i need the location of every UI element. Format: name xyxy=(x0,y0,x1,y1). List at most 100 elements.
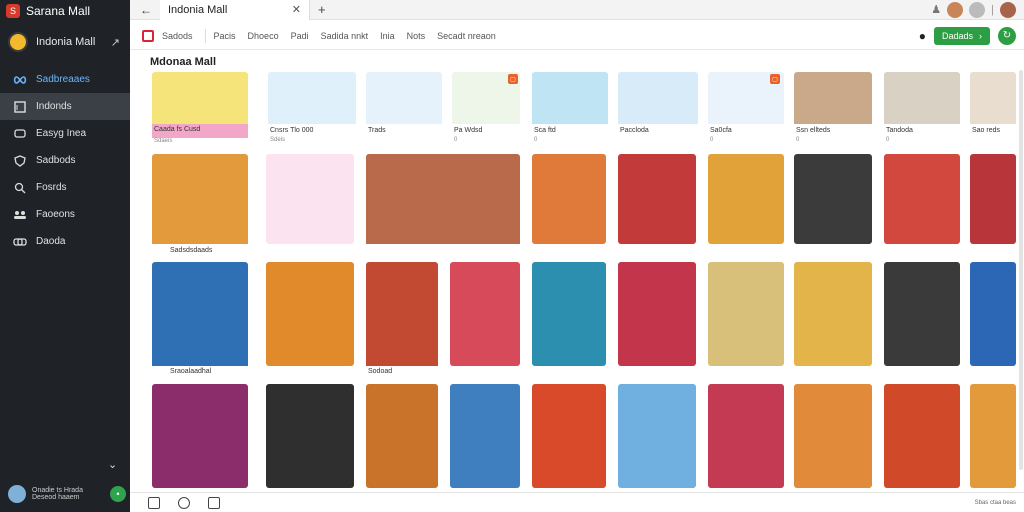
app-title: Sarana Mall xyxy=(26,4,91,18)
toolbar-item[interactable]: Sadida nnkt xyxy=(321,31,369,41)
tile[interactable] xyxy=(266,384,354,488)
back-arrow-icon[interactable]: ← xyxy=(140,3,152,17)
tile[interactable] xyxy=(618,154,696,244)
sidebar-item-label: Sadbreaaes xyxy=(36,74,90,85)
tile[interactable] xyxy=(794,154,872,244)
tile-caption: Sraoalaadhal xyxy=(170,368,212,375)
sidebar-item-5[interactable]: Faoeons xyxy=(0,201,130,228)
thumbnail xyxy=(708,154,784,244)
status-icon[interactable]: • xyxy=(110,486,126,502)
tile[interactable] xyxy=(794,384,872,488)
tile[interactable] xyxy=(152,384,248,488)
thumbnail xyxy=(532,154,606,244)
tile[interactable]: Paccloda xyxy=(618,72,698,148)
thumbnail xyxy=(268,72,356,124)
tile[interactable] xyxy=(708,384,784,488)
thumbnail xyxy=(970,154,1016,244)
sidebar-nav: Sadbreaaes Indonds Easyg Inea Sadbods Fo… xyxy=(0,66,130,255)
toolbar-item[interactable]: Inia xyxy=(380,31,395,41)
badge-icon: ▢ xyxy=(508,74,518,84)
toolbar-item[interactable]: Padi xyxy=(291,31,309,41)
toolbar-item[interactable]: Nots xyxy=(407,31,426,41)
tile-caption: Sa0cfa xyxy=(710,127,732,134)
tile[interactable]: Sraoalaadhal xyxy=(152,262,248,380)
tile-caption: Sca ftd xyxy=(534,127,556,134)
tile[interactable] xyxy=(884,262,960,366)
grid-icon[interactable] xyxy=(142,29,154,42)
sidebar-item-2[interactable]: Easyg Inea xyxy=(0,120,130,147)
gallery-icon[interactable] xyxy=(208,496,220,509)
tile[interactable]: ▢ Sa0cfa 0 xyxy=(708,72,784,148)
tile[interactable] xyxy=(366,154,520,258)
tile[interactable]: Sadsdsdaads xyxy=(152,154,248,258)
tile[interactable] xyxy=(794,262,872,366)
sidebar-item-0[interactable]: Sadbreaaes xyxy=(0,66,130,93)
tile[interactable]: Cnsrs Tlo 000 Sdeis xyxy=(268,72,356,148)
tile[interactable] xyxy=(884,384,960,488)
sidebar-item-1[interactable]: Indonds xyxy=(0,93,130,120)
tile-caption: Pa Wdsd xyxy=(454,127,483,134)
tile[interactable]: ▢ Pa Wdsd 0 xyxy=(452,72,520,148)
thumbnail xyxy=(532,262,606,366)
tab-indonia-mall[interactable]: Indonia Mall ✕ xyxy=(160,0,310,20)
tile[interactable] xyxy=(532,154,606,244)
tile[interactable] xyxy=(532,384,606,488)
avatar[interactable] xyxy=(947,1,964,18)
mic-icon[interactable]: ● xyxy=(919,29,926,43)
tile[interactable] xyxy=(970,384,1016,488)
thumbnail xyxy=(532,72,608,124)
settings-icon[interactable] xyxy=(969,1,986,18)
tile[interactable] xyxy=(266,262,354,366)
chevron-down-icon[interactable]: ⌄ xyxy=(108,458,117,471)
toolbar-item[interactable]: Pacis xyxy=(214,31,236,41)
sidebar: S Sarana Mall Indonia Mall ↗ Sadbreaaes … xyxy=(0,0,130,512)
tile[interactable]: Trads xyxy=(366,72,442,148)
tile[interactable]: Sodoad xyxy=(366,262,438,380)
thumbnail xyxy=(450,262,520,366)
avatar[interactable] xyxy=(1000,1,1016,18)
thumbnail xyxy=(366,262,438,366)
sidebar-item-3[interactable]: Sadbods xyxy=(0,147,130,174)
account-switcher[interactable]: Indonia Mall ↗ xyxy=(0,26,130,58)
tile[interactable] xyxy=(970,262,1016,366)
tile[interactable]: Ssn ellteds 0 xyxy=(794,72,872,148)
new-tab-icon[interactable]: + xyxy=(318,2,326,17)
thumbnail xyxy=(884,72,960,124)
tile[interactable] xyxy=(708,154,784,244)
tile[interactable]: Sca ftd 0 xyxy=(532,72,608,148)
tile[interactable] xyxy=(532,262,606,366)
tile[interactable] xyxy=(450,384,520,488)
chat-icon[interactable] xyxy=(178,496,190,509)
tile[interactable] xyxy=(366,384,438,488)
tile[interactable]: Tandoda 0 xyxy=(884,72,960,148)
user-profile[interactable]: Onadie ts Hrada Deseod haaem • xyxy=(8,482,126,506)
tile[interactable]: Sao reds xyxy=(970,72,1016,148)
sidebar-item-4[interactable]: Fosrds xyxy=(0,174,130,201)
thumbnail xyxy=(794,154,872,244)
thumbnail xyxy=(970,262,1016,366)
toolbar-item[interactable]: Secadt nreaon xyxy=(437,31,496,41)
sidebar-item-label: Faoeons xyxy=(36,209,75,220)
bell-icon[interactable]: ♟ xyxy=(931,3,941,16)
tile[interactable] xyxy=(266,154,354,244)
tile[interactable] xyxy=(450,262,520,366)
close-icon[interactable]: ✕ xyxy=(292,3,301,16)
tile[interactable] xyxy=(884,154,960,244)
tile[interactable] xyxy=(970,154,1016,244)
tile[interactable] xyxy=(708,262,784,366)
toolbar-item[interactable]: Dhoeco xyxy=(248,31,279,41)
search-icon xyxy=(12,180,28,196)
tile-subcaption: Sdaeis xyxy=(154,138,173,144)
scrollbar[interactable] xyxy=(1019,70,1023,470)
tile[interactable] xyxy=(618,384,696,488)
inbox-icon xyxy=(12,99,28,115)
list-icon[interactable] xyxy=(148,496,160,509)
monitor-icon xyxy=(12,126,28,142)
tile[interactable] xyxy=(618,262,696,366)
refresh-icon[interactable]: ↻ xyxy=(998,26,1016,45)
thumbnail xyxy=(266,384,354,488)
tile[interactable]: Caada fs Cusd Sdaeis xyxy=(152,72,248,148)
primary-button[interactable]: Dadads › xyxy=(933,26,990,45)
sidebar-item-6[interactable]: Daoda xyxy=(0,228,130,255)
toolbar-item[interactable]: Sadods xyxy=(162,31,193,41)
